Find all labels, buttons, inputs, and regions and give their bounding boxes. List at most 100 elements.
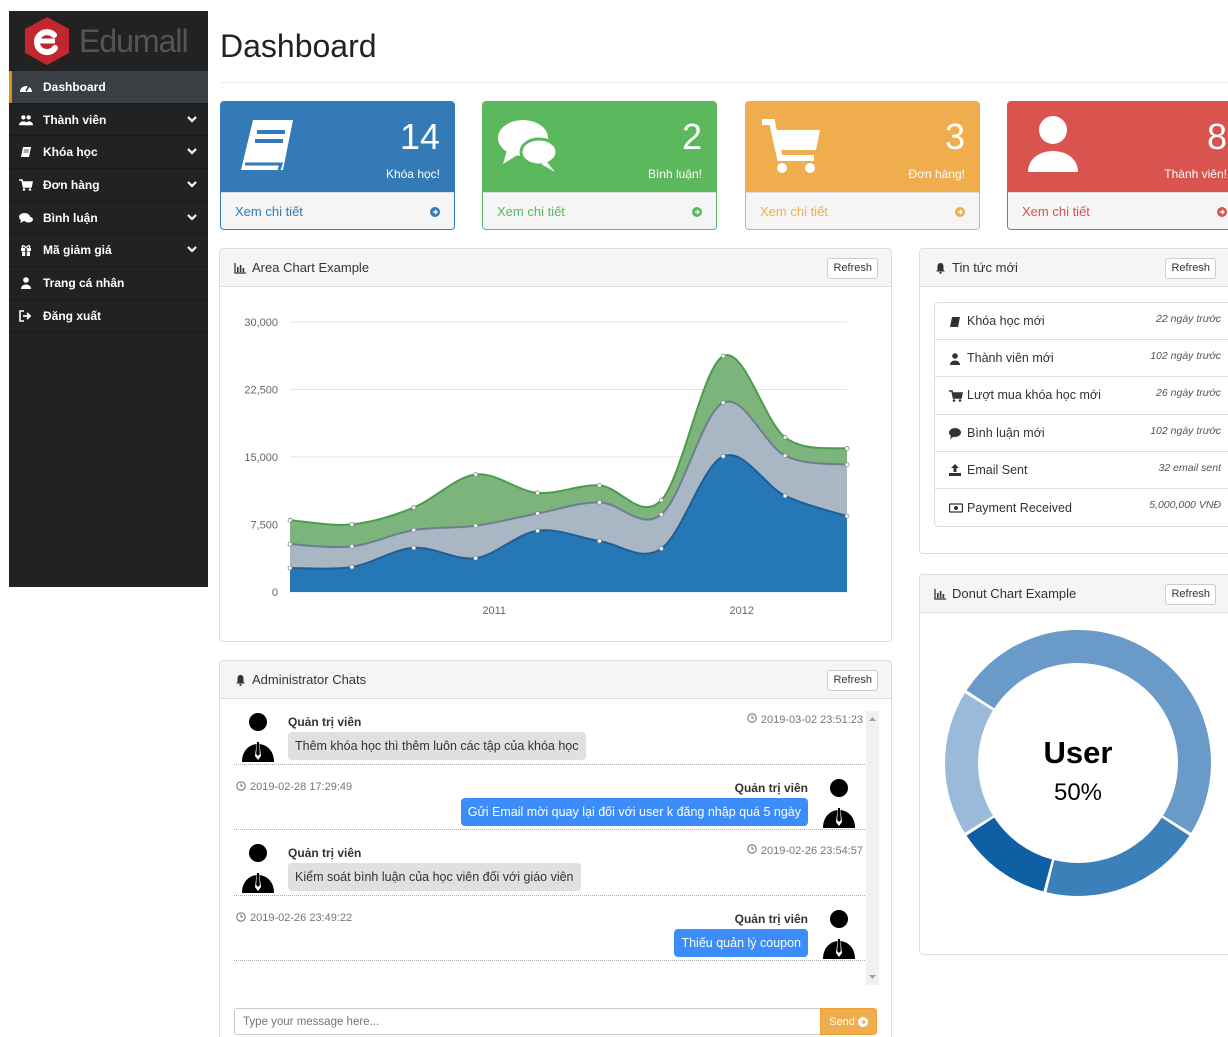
y-tick-label: 0 — [272, 587, 278, 599]
sidebar-item-dashboard[interactable]: Dashboard — [9, 71, 208, 104]
stat-value: 8 — [1206, 116, 1227, 157]
chat-scrollbar[interactable] — [866, 711, 879, 985]
donut-chart-panel-header: Donut Chart Example Refresh — [920, 575, 1228, 613]
arrow-circle-right-icon — [1217, 206, 1227, 217]
sidebar-item-sign-out[interactable]: Đăng xuất — [9, 300, 208, 333]
data-point — [658, 512, 664, 517]
data-point — [287, 517, 293, 523]
send-label: Send — [829, 1015, 855, 1028]
scroll-up-icon[interactable] — [866, 713, 879, 725]
stat-label: Khóa học! — [385, 167, 440, 181]
data-point — [349, 564, 355, 570]
sidebar-item-gift[interactable]: Mã giảm giá — [9, 234, 208, 268]
y-tick-label: 30,000 — [244, 317, 278, 329]
arrow-circle-right-icon — [857, 1016, 868, 1027]
y-tick-label: 22,500 — [244, 385, 278, 397]
data-point — [411, 527, 417, 533]
comment-icon — [949, 427, 961, 440]
sidebar-item-user[interactable]: Trang cá nhân — [9, 267, 208, 300]
chat-message-input[interactable] — [234, 1008, 821, 1035]
chat-sender-name: Quản trị viên — [734, 780, 808, 795]
book-icon — [949, 316, 961, 327]
chevron-down-icon — [187, 246, 197, 253]
chat-bubble: Kiểm soát bình luận của học viên đối với… — [288, 863, 581, 891]
chat-message: 2019-02-26 23:49:22 Quản trị viên Thiếu … — [234, 896, 877, 961]
scroll-down-icon[interactable] — [866, 971, 879, 983]
data-point — [782, 435, 788, 440]
area-chart-refresh-button[interactable]: Refresh — [827, 258, 878, 279]
sidebar: Edumall Dashboard Thành viên Khóa học Đơ… — [9, 11, 208, 587]
upload-icon — [949, 464, 961, 477]
donut-slice[interactable] — [1046, 817, 1190, 896]
news-item[interactable]: Email Sent 32 email sent — [935, 452, 1228, 489]
sidebar-item-book[interactable]: Khóa học — [9, 136, 208, 170]
page-title: Dashboard — [220, 28, 377, 64]
data-point — [844, 446, 850, 451]
data-point — [782, 453, 788, 459]
chat-bubble: Thêm khóa học thì thêm luôn các tập của … — [288, 732, 586, 760]
chat-timestamp-text: 2019-02-28 17:29:49 — [250, 781, 353, 793]
news-refresh-button[interactable]: Refresh — [1165, 258, 1216, 279]
news-item[interactable]: Bình luận mới 102 ngày trước — [935, 415, 1228, 452]
sidebar-item-label: Đơn hàng — [43, 177, 100, 192]
stat-panel-comments: 2 Bình luận! Xem chi tiết — [482, 101, 717, 230]
view-details-label: Xem chi tiết — [760, 204, 828, 219]
news-item[interactable]: Khóa học mới 22 ngày trước — [935, 303, 1228, 341]
chat-sender-name: Quản trị viên — [734, 911, 808, 926]
data-point — [349, 543, 355, 549]
news-panel-header: Tin tức mới Refresh — [920, 249, 1228, 287]
area-chart-panel: Area Chart Example Refresh 0 7,500 15,000 2… — [219, 248, 892, 642]
donut-refresh-button[interactable]: Refresh — [1165, 584, 1216, 605]
data-point — [349, 521, 355, 527]
data-point — [720, 400, 726, 406]
data-point — [720, 453, 726, 459]
arrow-circle-right-icon — [430, 206, 440, 217]
data-point — [411, 505, 417, 510]
news-item-time: 26 ngày trước — [1156, 387, 1221, 400]
avatar — [240, 712, 276, 762]
chat-sender-name: Quản trị viên — [288, 715, 362, 729]
chat-refresh-button[interactable]: Refresh — [827, 670, 878, 691]
view-details-link[interactable]: Xem chi tiết — [221, 192, 454, 229]
sidebar-nav: Dashboard Thành viên Khóa học Đơn hàng B… — [9, 71, 208, 333]
chat-send-button[interactable]: Send — [820, 1008, 877, 1035]
chat-panel-title: Administrator Chats — [252, 672, 367, 687]
avatar — [821, 909, 857, 959]
news-item-label: Email Sent — [967, 462, 1028, 477]
donut-slice[interactable] — [945, 693, 993, 833]
chevron-down-icon — [187, 181, 197, 188]
donut-slice[interactable] — [966, 817, 1052, 892]
view-details-link[interactable]: Xem chi tiết — [1008, 192, 1228, 229]
brand[interactable]: Edumall — [9, 11, 208, 71]
news-item[interactable]: Lượt mua khóa học mới 26 ngày trước — [935, 377, 1228, 415]
chat-message-list[interactable]: Quản trị viên 2019-03-02 23:51:23 Thêm k… — [234, 699, 877, 989]
area-chart-panel-header: Area Chart Example Refresh — [220, 249, 891, 287]
stat-panel-user: 8 Thành viên! Xem chi tiết — [1007, 101, 1228, 230]
chat-message: Quản trị viên 2019-03-02 23:51:23 Thêm k… — [234, 699, 877, 765]
data-point — [597, 499, 602, 505]
donut-center-label: User — [1044, 735, 1113, 770]
view-details-link[interactable]: Xem chi tiết — [483, 192, 716, 229]
view-details-link[interactable]: Xem chi tiết — [746, 192, 979, 229]
news-item-label: Bình luận mới — [967, 425, 1045, 440]
news-item[interactable]: Payment Received 5,000,000 VNĐ — [935, 489, 1228, 526]
chat-bubble: Thiếu quản lý coupon — [674, 928, 808, 957]
area-chart: 0 7,500 15,000 22,500 30,000 2011 2012 — [244, 317, 850, 617]
sidebar-item-users[interactable]: Thành viên — [9, 104, 208, 137]
chat-timestamp: 2019-03-02 23:51:23 — [747, 713, 863, 726]
data-point — [535, 511, 540, 516]
clock-icon — [747, 713, 761, 726]
chat-timestamp: 2019-02-26 23:49:22 — [236, 911, 352, 925]
x-tick-label: 2011 — [482, 605, 506, 617]
chat-timestamp: 2019-02-28 17:29:49 — [236, 780, 353, 794]
sidebar-item-cart[interactable]: Đơn hàng — [9, 169, 208, 202]
stat-panel-header: 2 Bình luận! — [483, 102, 716, 192]
sidebar-item-label: Mã giảm giá — [43, 243, 112, 258]
sign-out-icon — [19, 309, 33, 322]
sidebar-item-comments[interactable]: Bình luận — [9, 202, 208, 235]
chat-bubble: Gửi Email mời quay lại đối với user k đă… — [460, 797, 808, 826]
news-item[interactable]: Thành viên mới 102 ngày trước — [935, 340, 1228, 378]
data-point — [473, 555, 479, 561]
area-chart-title: Area Chart Example — [252, 260, 370, 275]
data-point — [720, 353, 726, 359]
